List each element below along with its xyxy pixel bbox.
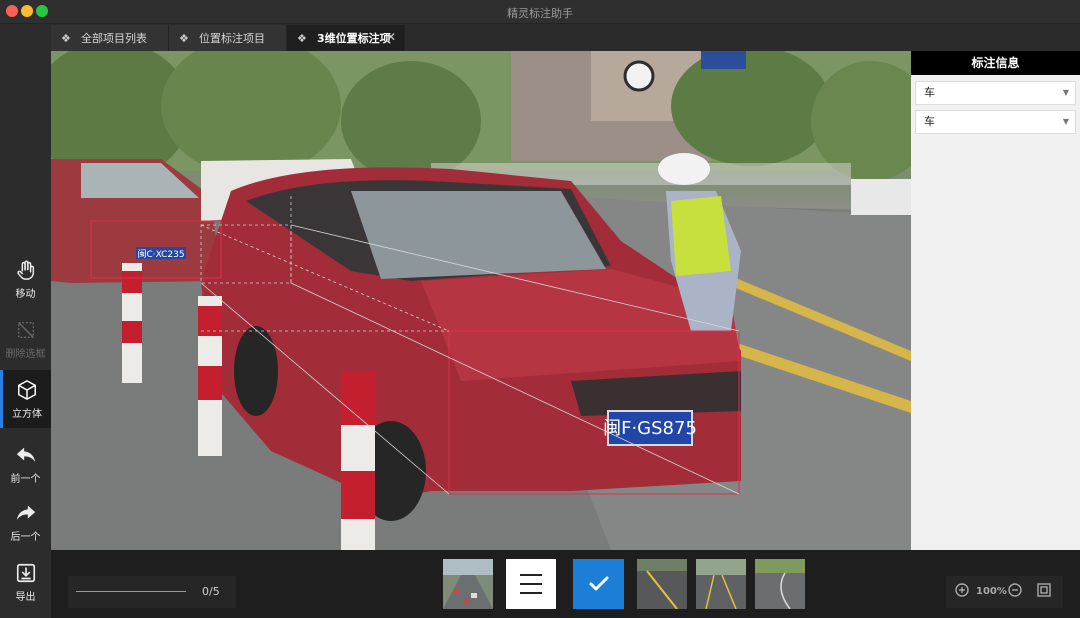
- thumbnail-3[interactable]: [696, 559, 746, 609]
- label-select-value: 车: [924, 115, 935, 128]
- label-select-value: 车: [924, 86, 935, 99]
- plate-left: 闽C·XC235: [137, 248, 184, 260]
- undo-arrow-icon: [15, 444, 37, 466]
- app-window: 精灵标注助手 ❖ 全部项目列表 ❖ 位置标注项目 ❖ 3维位置标注项 ✕ 移动: [0, 0, 1080, 618]
- progress-text: 0/5: [202, 585, 220, 598]
- zoom-in-icon[interactable]: [954, 582, 970, 598]
- delete-box-button[interactable]: 删除选框: [0, 310, 51, 368]
- thumbnail-2[interactable]: [637, 559, 687, 609]
- export-button[interactable]: 导出: [0, 553, 51, 611]
- label-select-2[interactable]: 车 ▼: [915, 110, 1076, 134]
- chevron-down-icon: ▼: [1062, 117, 1069, 126]
- left-toolbar: 移动 删除选框 立方体 前一个 后一个 导出: [0, 25, 51, 618]
- cube-tool-button[interactable]: 立方体: [0, 370, 51, 428]
- next-label: 后一个: [10, 531, 41, 543]
- tab-diamond-icon: ❖: [297, 31, 307, 45]
- tab-bar: ❖ 全部项目列表 ❖ 位置标注项目 ❖ 3维位置标注项 ✕: [51, 25, 1080, 51]
- export-icon: [15, 562, 37, 584]
- tab-all-projects[interactable]: ❖ 全部项目列表: [51, 25, 169, 51]
- thumbnail-image: [637, 559, 687, 609]
- label-select-1[interactable]: 车 ▼: [915, 81, 1076, 105]
- thumbnail-image: [443, 559, 493, 609]
- move-tool-label: 移动: [15, 288, 36, 300]
- check-icon: [589, 576, 608, 591]
- list-icon: [520, 574, 542, 576]
- hand-icon: [15, 259, 37, 281]
- move-tool-button[interactable]: 移动: [0, 250, 51, 308]
- thumbnail-image: [696, 559, 746, 609]
- export-label: 导出: [15, 591, 36, 603]
- scene-image: 闽F·GS875 闽C·XC235: [51, 51, 911, 550]
- progress-indicator: 0/5: [68, 576, 236, 608]
- chevron-down-icon: ▼: [1062, 88, 1069, 97]
- thumbnail-image: [755, 559, 805, 609]
- delete-box-icon: [15, 319, 37, 341]
- prev-label: 前一个: [10, 473, 41, 485]
- progress-track: [76, 591, 186, 592]
- window-title: 精灵标注助手: [507, 7, 573, 20]
- prev-button[interactable]: 前一个: [0, 435, 51, 493]
- close-icon[interactable]: ✕: [386, 30, 396, 44]
- tab-label: 3维位置标注项: [317, 32, 391, 45]
- zoom-level: 100%: [976, 586, 1007, 597]
- tab-3d-position[interactable]: ❖ 3维位置标注项 ✕: [287, 25, 405, 51]
- thumbnail-1[interactable]: [443, 559, 493, 609]
- confirm-button[interactable]: [573, 559, 624, 609]
- redo-arrow-icon: [15, 502, 37, 524]
- plate-main: 闽F·GS875: [603, 418, 697, 439]
- tab-position-project[interactable]: ❖ 位置标注项目: [169, 25, 287, 51]
- tab-label: 位置标注项目: [199, 32, 265, 45]
- zoom-out-icon[interactable]: [1007, 582, 1023, 598]
- cube-tool-label: 立方体: [12, 408, 42, 420]
- tab-diamond-icon: ❖: [179, 31, 189, 45]
- zoom-controls: 100%: [946, 576, 1063, 608]
- delete-box-label: 删除选框: [5, 348, 46, 360]
- bottom-bar: 0/5 100%: [51, 550, 1080, 618]
- annotation-canvas[interactable]: 闽F·GS875 闽C·XC235: [51, 51, 911, 550]
- annotation-info-panel: 标注信息 车 ▼ 车 ▼: [911, 51, 1080, 550]
- list-view-button[interactable]: [506, 559, 556, 609]
- tab-label: 全部项目列表: [81, 32, 147, 45]
- thumbnail-4[interactable]: [755, 559, 805, 609]
- next-button[interactable]: 后一个: [0, 493, 51, 551]
- title-bar: 精灵标注助手: [0, 0, 1080, 24]
- cube-icon: [16, 379, 38, 401]
- tab-diamond-icon: ❖: [61, 31, 71, 45]
- panel-title: 标注信息: [911, 51, 1080, 75]
- fullscreen-icon[interactable]: [1036, 582, 1052, 598]
